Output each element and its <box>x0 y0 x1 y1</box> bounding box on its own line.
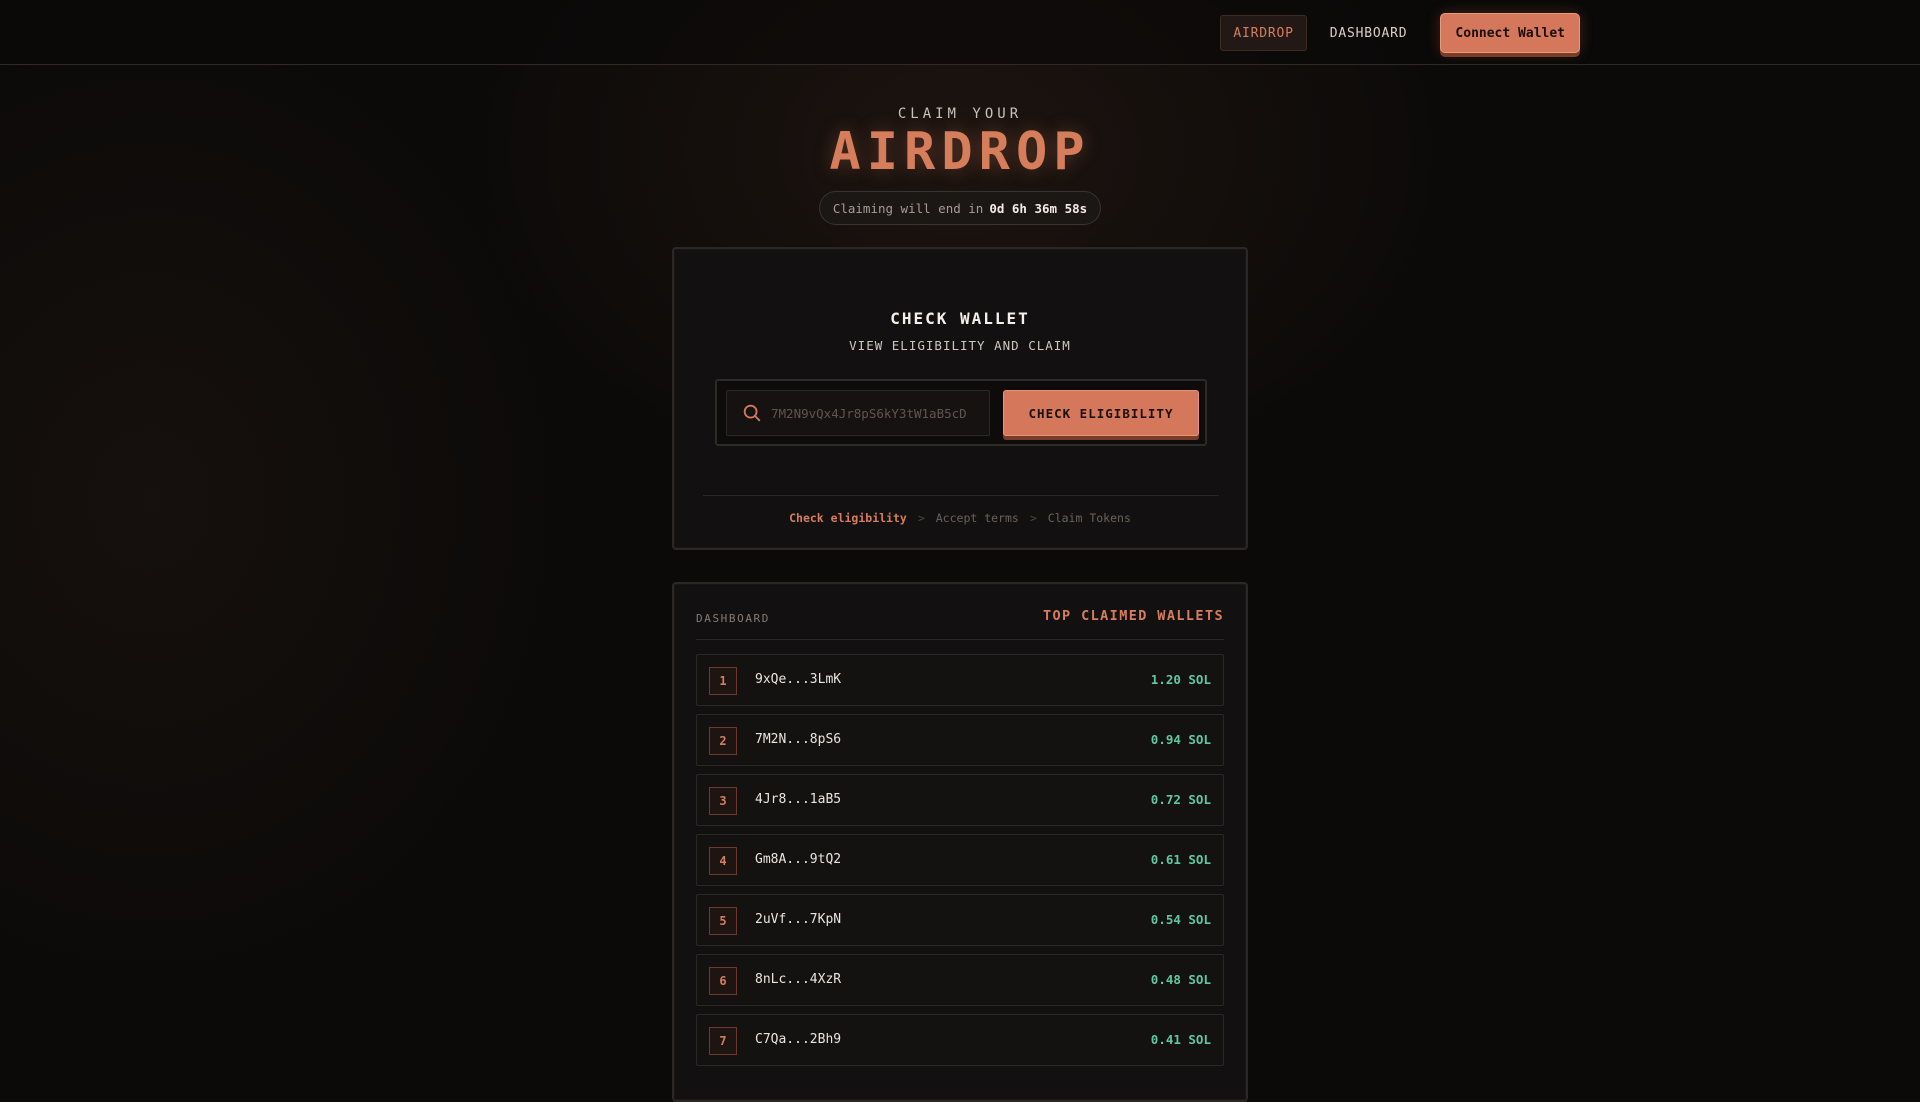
wallet-search-bar: CHECK ELIGIBILITY <box>715 379 1207 446</box>
claim-steps-breadcrumb: Check eligibility > Accept terms > Claim… <box>674 511 1246 525</box>
countdown-prefix: Claiming will end in <box>832 200 984 216</box>
wallet-address: 4Jr8...1aB5 <box>755 792 842 807</box>
claimed-amount: 0.54 SOL <box>1150 912 1211 927</box>
check-wallet-subtitle: VIEW ELIGIBILITY AND CLAIM <box>849 338 1071 353</box>
list-item: 1 9xQe...3LmK 1.20 SOL <box>696 654 1224 706</box>
search-icon <box>743 404 761 422</box>
wallet-address-input[interactable] <box>771 391 981 435</box>
dashboard-label: DASHBOARD <box>696 612 771 625</box>
nav-dashboard[interactable]: DASHBOARD <box>1317 15 1421 51</box>
claimed-amount: 1.20 SOL <box>1150 672 1211 687</box>
claimed-amount: 0.41 SOL <box>1150 1032 1211 1047</box>
dashboard-header: DASHBOARD TOP CLAIMED WALLETS <box>696 608 1224 640</box>
wallet-address: 9xQe...3LmK <box>755 672 842 687</box>
wallet-address: 7M2N...8pS6 <box>755 732 842 747</box>
wallet-address: C7Qa...2Bh9 <box>755 1032 842 1047</box>
claimed-amount: 0.72 SOL <box>1150 792 1211 807</box>
rank-badge: 3 <box>709 787 737 815</box>
step-check-eligibility: Check eligibility <box>789 511 907 525</box>
step-separator: > <box>917 511 925 525</box>
nav-airdrop[interactable]: AIRDROP <box>1220 15 1307 51</box>
rank-badge: 4 <box>709 847 737 875</box>
rank-badge: 5 <box>709 907 737 935</box>
hero-kicker: CLAIM YOUR <box>897 106 1023 122</box>
wallet-address: 8nLc...4XzR <box>755 972 842 987</box>
claimed-amount: 0.94 SOL <box>1150 732 1211 747</box>
rank-badge: 7 <box>709 1027 737 1055</box>
top-bar: AIRDROP DASHBOARD Connect Wallet <box>0 0 1920 65</box>
claim-countdown: Claiming will end in 0d 6h 36m 58s <box>819 191 1101 225</box>
rank-badge: 2 <box>709 727 737 755</box>
divider <box>703 495 1219 496</box>
main-nav: AIRDROP DASHBOARD Connect Wallet <box>1220 12 1580 54</box>
top-wallets-list: 1 9xQe...3LmK 1.20 SOL 2 7M2N...8pS6 0.9… <box>696 654 1224 1074</box>
step-separator: > <box>1029 511 1037 525</box>
wallet-search-field[interactable] <box>726 390 990 436</box>
list-item: 3 4Jr8...1aB5 0.72 SOL <box>696 774 1224 826</box>
claimed-amount: 0.61 SOL <box>1150 852 1211 867</box>
check-wallet-title: CHECK WALLET <box>890 309 1030 328</box>
connect-wallet-button[interactable]: Connect Wallet <box>1440 13 1580 53</box>
step-claim-tokens: Claim Tokens <box>1047 511 1131 525</box>
claimed-amount: 0.48 SOL <box>1150 972 1211 987</box>
wallet-address: Gm8A...9tQ2 <box>755 852 842 867</box>
list-item: 5 2uVf...7KpN 0.54 SOL <box>696 894 1224 946</box>
list-item: 2 7M2N...8pS6 0.94 SOL <box>696 714 1224 766</box>
dashboard-card: DASHBOARD TOP CLAIMED WALLETS 1 9xQe...3… <box>672 582 1248 1102</box>
rank-badge: 1 <box>709 667 737 695</box>
page-title: AIRDROP <box>829 122 1091 182</box>
countdown-value: 0d 6h 36m 58s <box>989 200 1088 216</box>
top-wallets-title: TOP CLAIMED WALLETS <box>1042 608 1224 624</box>
check-wallet-card: CHECK WALLET VIEW ELIGIBILITY AND CLAIM … <box>672 247 1248 550</box>
list-item: 7 C7Qa...2Bh9 0.41 SOL <box>696 1014 1224 1066</box>
list-item: 4 Gm8A...9tQ2 0.61 SOL <box>696 834 1224 886</box>
list-item: 6 8nLc...4XzR 0.48 SOL <box>696 954 1224 1006</box>
step-accept-terms: Accept terms <box>935 511 1019 525</box>
check-eligibility-button[interactable]: CHECK ELIGIBILITY <box>1003 390 1199 436</box>
wallet-address: 2uVf...7KpN <box>755 912 842 927</box>
rank-badge: 6 <box>709 967 737 995</box>
